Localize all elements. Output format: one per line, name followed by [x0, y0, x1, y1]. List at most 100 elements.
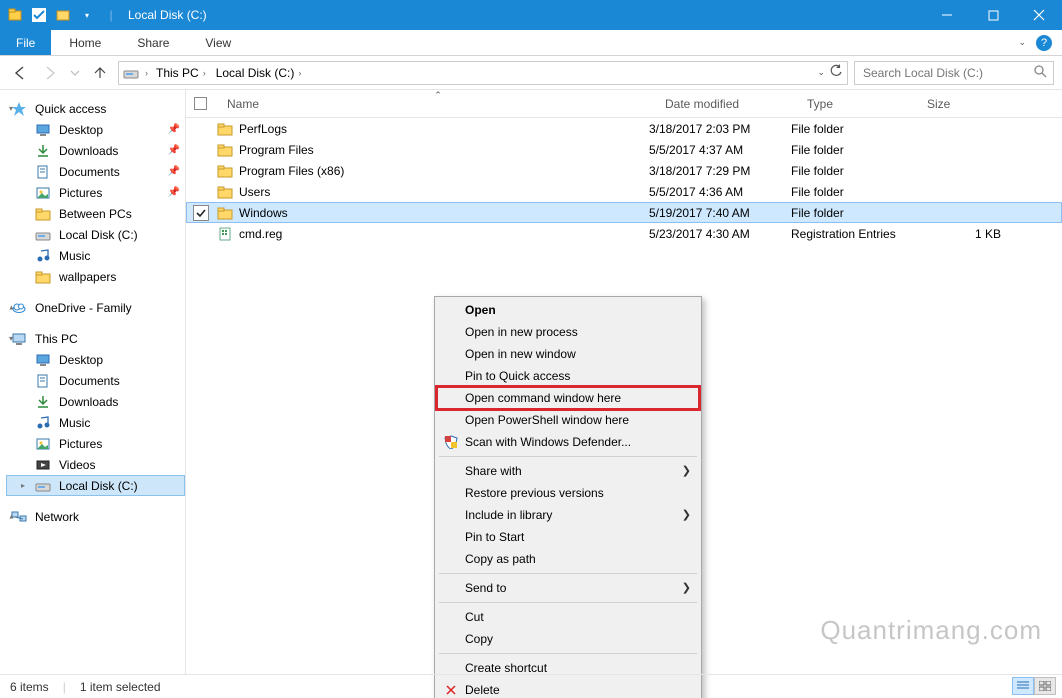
quick-access-item[interactable]: wallpapers — [6, 266, 185, 287]
cm-restore-previous[interactable]: Restore previous versions — [437, 482, 699, 504]
quick-access-item[interactable]: Documents📌 — [6, 161, 185, 182]
row-checkbox[interactable] — [193, 163, 209, 179]
this-pc-header[interactable]: ▾ This PC — [6, 328, 185, 349]
this-pc-item[interactable]: Music — [6, 412, 185, 433]
quick-access-item[interactable]: Music — [6, 245, 185, 266]
reg-icon — [217, 226, 233, 242]
ribbon-tabs: File Home Share View ⌄ ? — [0, 30, 1062, 56]
pin-icon: 📌 — [168, 124, 180, 135]
file-date: 5/23/2017 4:30 AM — [649, 227, 791, 241]
cm-share-with[interactable]: Share with❯ — [437, 460, 699, 482]
music-icon — [35, 248, 51, 264]
cm-open[interactable]: Open — [437, 299, 699, 321]
search-icon[interactable] — [1033, 64, 1047, 81]
address-dropdown-icon[interactable]: ⌄ — [817, 67, 825, 78]
minimize-button[interactable] — [924, 0, 970, 30]
quick-access-item[interactable]: Desktop📌 — [6, 119, 185, 140]
desktop-icon — [35, 122, 51, 138]
file-type: File folder — [791, 143, 911, 157]
file-row[interactable]: Program Files (x86)3/18/2017 7:29 PMFile… — [186, 160, 1062, 181]
this-pc-item[interactable]: Desktop — [6, 349, 185, 370]
search-input[interactable] — [861, 65, 1027, 81]
file-name: Program Files — [239, 143, 649, 157]
back-button[interactable] — [8, 61, 32, 85]
column-header-size[interactable]: Size — [919, 90, 1019, 117]
this-pc-item[interactable]: Videos — [6, 454, 185, 475]
cm-open-command-window[interactable]: Open command window here — [437, 387, 699, 409]
network-header[interactable]: ▸ Network — [6, 506, 185, 527]
this-pc-item[interactable]: Downloads — [6, 391, 185, 412]
help-icon[interactable]: ? — [1036, 35, 1052, 51]
row-checkbox[interactable] — [193, 205, 209, 221]
file-row[interactable]: PerfLogs3/18/2017 2:03 PMFile folder — [186, 118, 1062, 139]
cm-open-new-process[interactable]: Open in new process — [437, 321, 699, 343]
chevron-right-icon: ❯ — [682, 581, 691, 595]
quick-access-header[interactable]: ▾ Quick access — [6, 98, 185, 119]
up-button[interactable] — [88, 61, 112, 85]
refresh-button[interactable] — [829, 64, 843, 81]
tab-share[interactable]: Share — [119, 30, 187, 55]
cm-pin-start[interactable]: Pin to Start — [437, 526, 699, 548]
this-pc-item[interactable]: Pictures — [6, 433, 185, 454]
view-details-button[interactable] — [1012, 677, 1034, 695]
column-header-name[interactable]: Name ⌃ — [219, 90, 657, 117]
onedrive-header[interactable]: ▸ OneDrive - Family — [6, 297, 185, 318]
file-name: cmd.reg — [239, 227, 649, 241]
cm-open-powershell[interactable]: Open PowerShell window here — [437, 409, 699, 431]
this-pc-item[interactable]: ▸Local Disk (C:) — [6, 475, 185, 496]
status-bar: 6 items | 1 item selected — [0, 674, 1062, 698]
recent-locations-button[interactable] — [68, 61, 82, 85]
file-row[interactable]: Users5/5/2017 4:36 AMFile folder — [186, 181, 1062, 202]
row-checkbox[interactable] — [193, 142, 209, 158]
forward-button[interactable] — [38, 61, 62, 85]
qat-customize-icon[interactable]: ▾ — [78, 6, 96, 24]
file-row[interactable]: Windows5/19/2017 7:40 AMFile folder — [186, 202, 1062, 223]
qat-newfolder-icon[interactable] — [54, 6, 72, 24]
address-bar[interactable]: › This PC› Local Disk (C:)› ⌄ — [118, 61, 848, 85]
documents-icon — [35, 373, 51, 389]
quick-access-item[interactable]: Pictures📌 — [6, 182, 185, 203]
quick-access-item[interactable]: Local Disk (C:) — [6, 224, 185, 245]
navigation-pane[interactable]: ▾ Quick access Desktop📌Downloads📌Documen… — [0, 90, 186, 674]
file-list-area[interactable]: Name ⌃ Date modified Type Size PerfLogs3… — [186, 90, 1062, 674]
file-row[interactable]: Program Files5/5/2017 4:37 AMFile folder — [186, 139, 1062, 160]
this-pc-item[interactable]: Documents — [6, 370, 185, 391]
search-box[interactable] — [854, 61, 1054, 85]
quick-access-item[interactable]: Downloads📌 — [6, 140, 185, 161]
cm-copy[interactable]: Copy — [437, 628, 699, 650]
cm-send-to[interactable]: Send to❯ — [437, 577, 699, 599]
drive-icon — [35, 478, 51, 494]
cm-copy-as-path[interactable]: Copy as path — [437, 548, 699, 570]
row-checkbox[interactable] — [193, 184, 209, 200]
tab-view[interactable]: View — [187, 30, 249, 55]
column-header-date[interactable]: Date modified — [657, 90, 799, 117]
cm-open-new-window[interactable]: Open in new window — [437, 343, 699, 365]
file-type: File folder — [791, 185, 911, 199]
row-checkbox[interactable] — [193, 226, 209, 242]
quick-access-item[interactable]: Between PCs — [6, 203, 185, 224]
cm-include-library[interactable]: Include in library❯ — [437, 504, 699, 526]
file-tab[interactable]: File — [0, 30, 51, 55]
downloads-icon — [35, 394, 51, 410]
select-all-checkbox[interactable] — [194, 97, 207, 110]
file-row[interactable]: cmd.reg5/23/2017 4:30 AMRegistration Ent… — [186, 223, 1062, 244]
navigation-bar: › This PC› Local Disk (C:)› ⌄ — [0, 56, 1062, 90]
breadcrumb-this-pc[interactable]: This PC› — [154, 66, 208, 80]
cm-scan-defender[interactable]: Scan with Windows Defender... — [437, 431, 699, 453]
close-button[interactable] — [1016, 0, 1062, 30]
tab-home[interactable]: Home — [51, 30, 119, 55]
file-type: File folder — [791, 122, 911, 136]
cm-cut[interactable]: Cut — [437, 606, 699, 628]
qat-properties-icon[interactable] — [30, 6, 48, 24]
maximize-button[interactable] — [970, 0, 1016, 30]
cm-pin-quick-access[interactable]: Pin to Quick access — [437, 365, 699, 387]
view-icons-button[interactable] — [1034, 677, 1056, 695]
expand-ribbon-icon[interactable]: ⌄ — [1018, 37, 1026, 48]
watermark: Quantrimang.com — [820, 615, 1042, 646]
window-title: Local Disk (C:) — [128, 8, 207, 22]
column-header-type[interactable]: Type — [799, 90, 919, 117]
row-checkbox[interactable] — [193, 121, 209, 137]
file-type: File folder — [791, 206, 911, 220]
folder-icon — [217, 142, 233, 158]
breadcrumb-local-disk[interactable]: Local Disk (C:)› — [214, 66, 304, 80]
